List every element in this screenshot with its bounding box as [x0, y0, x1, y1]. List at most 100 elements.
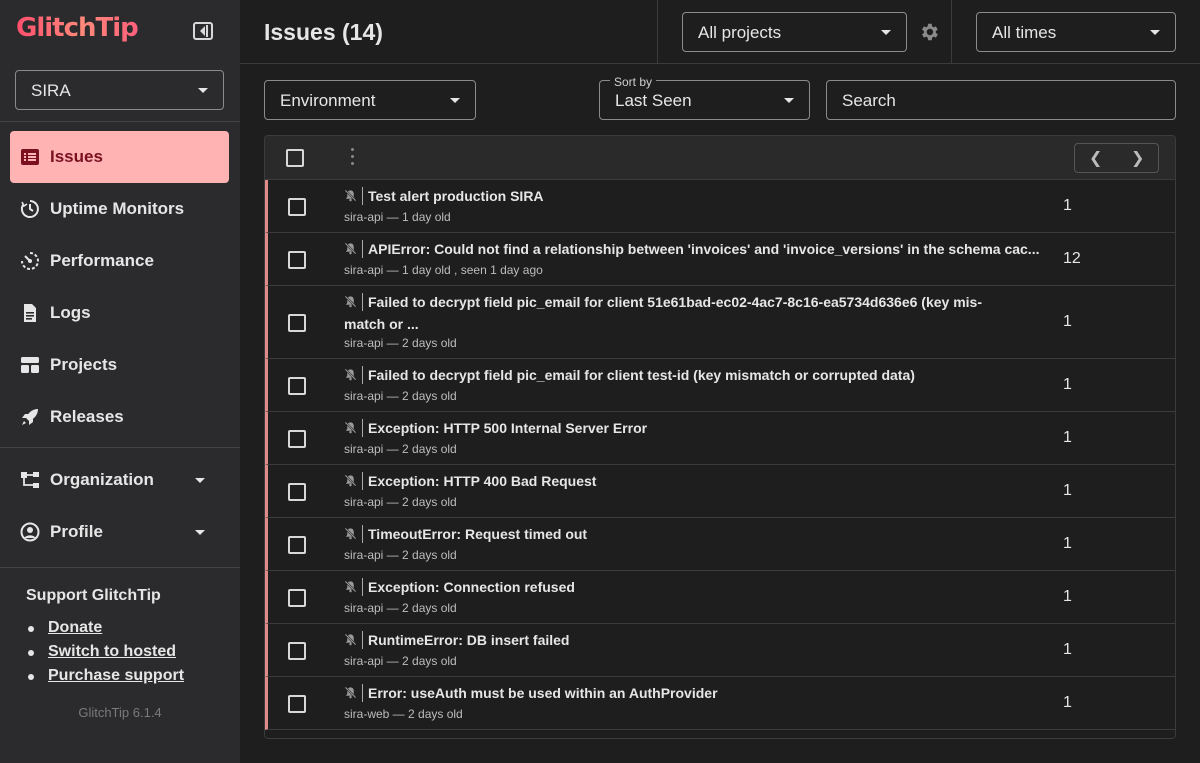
header-divider: [951, 0, 952, 64]
mute-bell-icon: [344, 189, 357, 202]
table-row[interactable]: RuntimeError: DB insert failed sira-api —…: [265, 624, 1175, 677]
page-header: Issues (14) All projects All times: [240, 0, 1200, 64]
sidebar-divider: [0, 447, 240, 448]
event-count: 1: [1063, 428, 1072, 446]
sidebar-item-profile[interactable]: Profile: [10, 506, 229, 558]
title-separator: [362, 240, 363, 258]
sidebar-item-uptime-monitors[interactable]: Uptime Monitors: [10, 183, 229, 235]
sidebar-item-logs[interactable]: Logs: [10, 287, 229, 339]
issue-title[interactable]: Test alert production SIRA: [344, 185, 1044, 207]
time-range-select[interactable]: All times: [976, 12, 1176, 52]
performance-gauge-icon: [21, 252, 39, 270]
projects-select[interactable]: All projects: [682, 12, 907, 52]
purchase-support-link[interactable]: Purchase support: [48, 667, 184, 684]
sidebar-item-organization[interactable]: Organization: [10, 454, 229, 506]
event-count: 1: [1063, 312, 1072, 330]
row-checkbox[interactable]: [288, 250, 306, 269]
row-checkbox[interactable]: [288, 376, 306, 395]
row-checkbox[interactable]: [288, 535, 306, 554]
table-row[interactable]: Exception: Connection refused sira-api — …: [265, 571, 1175, 624]
sort-by-label: Sort by: [610, 75, 657, 89]
row-checkbox[interactable]: [288, 429, 306, 448]
row-checkbox[interactable]: [288, 588, 306, 607]
table-row[interactable]: TimeoutError: Request timed out sira-api …: [265, 518, 1175, 571]
row-checkbox[interactable]: [288, 197, 306, 216]
switch-to-hosted-link[interactable]: Switch to hosted: [48, 643, 176, 660]
issue-title[interactable]: RuntimeError: DB insert failed: [344, 629, 1044, 651]
table-row[interactable]: Failed to decrypt field pic_email for cl…: [265, 359, 1175, 412]
table-header: ❮ ❯: [265, 136, 1175, 180]
title-separator: [362, 525, 363, 543]
issue-title[interactable]: Exception: HTTP 500 Internal Server Erro…: [344, 417, 1044, 439]
event-count: 1: [1063, 196, 1072, 214]
donate-link[interactable]: Donate: [48, 619, 102, 636]
issue-title[interactable]: Exception: HTTP 400 Bad Request: [344, 470, 1044, 492]
table-row[interactable]: Error: useAuth must be used within an Au…: [265, 677, 1175, 730]
row-checkbox[interactable]: [288, 694, 306, 713]
issue-title-text: Failed to decrypt field pic_email for cl…: [368, 294, 982, 310]
list-item: Donate: [26, 619, 184, 643]
sidebar-item-label: Performance: [50, 251, 154, 270]
chevron-down-icon: [784, 98, 794, 103]
mute-bell-icon: [344, 474, 357, 487]
document-icon: [24, 304, 36, 322]
issue-meta: sira-web — 2 days old: [344, 707, 463, 721]
gear-icon[interactable]: [918, 21, 940, 43]
select-all-checkbox[interactable]: [286, 149, 304, 167]
sidebar-item-label: Organization: [50, 470, 154, 489]
support-links: Donate Switch to hosted Purchase support: [26, 619, 184, 691]
issues-list-icon: [21, 149, 39, 165]
projects-select-value: All projects: [698, 23, 782, 42]
row-checkbox[interactable]: [288, 482, 306, 501]
event-count: 12: [1063, 249, 1081, 267]
sidebar-item-projects[interactable]: Projects: [10, 339, 229, 391]
sort-by-select-value: Last Seen: [615, 91, 692, 110]
event-count: 1: [1063, 481, 1072, 499]
issue-meta: sira-api — 2 days old: [344, 654, 457, 668]
issue-title[interactable]: Failed to decrypt field pic_email for cl…: [344, 291, 1044, 313]
search-placeholder: Search: [842, 91, 896, 110]
row-checkbox[interactable]: [288, 641, 306, 660]
previous-page-icon[interactable]: ❮: [1089, 148, 1102, 168]
table-row[interactable]: Failed to decrypt field pic_email for cl…: [265, 286, 1175, 359]
table-row[interactable]: Exception: HTTP 400 Bad Request sira-api …: [265, 465, 1175, 518]
projects-grid-icon: [21, 357, 39, 373]
glitchtip-logo[interactable]: GlitchTip: [16, 13, 139, 43]
row-checkbox[interactable]: [288, 313, 306, 332]
organization-select[interactable]: SIRA: [15, 70, 224, 110]
chevron-down-icon: [195, 530, 205, 535]
issue-title-text: Test alert production SIRA: [368, 188, 544, 204]
table-row[interactable]: Exception: HTTP 500 Internal Server Erro…: [265, 412, 1175, 465]
chevron-down-icon: [198, 88, 208, 93]
event-count: 1: [1063, 534, 1072, 552]
issue-title[interactable]: Exception: Connection refused: [344, 576, 1044, 598]
sidebar-item-releases[interactable]: Releases: [10, 391, 229, 443]
issue-title[interactable]: Error: useAuth must be used within an Au…: [344, 682, 1044, 704]
issue-title[interactable]: TimeoutError: Request timed out: [344, 523, 1044, 545]
issue-meta: sira-api — 1 day old , seen 1 day ago: [344, 263, 543, 277]
sidebar-item-performance[interactable]: Performance: [10, 235, 229, 287]
chevron-down-icon: [881, 30, 891, 35]
next-page-icon[interactable]: ❯: [1131, 148, 1144, 168]
issue-meta: sira-api — 2 days old: [344, 601, 457, 615]
issue-title-continued[interactable]: match or ...: [344, 313, 1044, 335]
table-row[interactable]: APIError: Could not find a relationship …: [265, 233, 1175, 286]
issue-meta: sira-api — 2 days old: [344, 548, 457, 562]
more-actions-icon[interactable]: [351, 148, 355, 168]
issue-title[interactable]: Failed to decrypt field pic_email for cl…: [344, 364, 1044, 386]
sidebar-item-issues[interactable]: Issues: [10, 131, 229, 183]
search-input[interactable]: Search: [826, 80, 1176, 120]
issue-title[interactable]: APIError: Could not find a relationship …: [344, 238, 1044, 260]
environment-select[interactable]: Environment: [264, 80, 476, 120]
pagination: ❮ ❯: [1074, 143, 1159, 173]
page-title: Issues (14): [264, 19, 383, 45]
table-row[interactable]: Test alert production SIRA sira-api — 1 d…: [265, 180, 1175, 233]
mute-bell-icon: [344, 421, 357, 434]
mute-bell-icon: [344, 368, 357, 381]
collapse-sidebar-icon[interactable]: [193, 22, 213, 40]
sidebar-item-label: Issues: [50, 147, 103, 166]
list-item: Purchase support: [26, 667, 184, 691]
issue-title-text: Exception: HTTP 400 Bad Request: [368, 473, 597, 489]
chevron-down-icon: [450, 98, 460, 103]
issue-title-text: Exception: HTTP 500 Internal Server Erro…: [368, 420, 648, 436]
